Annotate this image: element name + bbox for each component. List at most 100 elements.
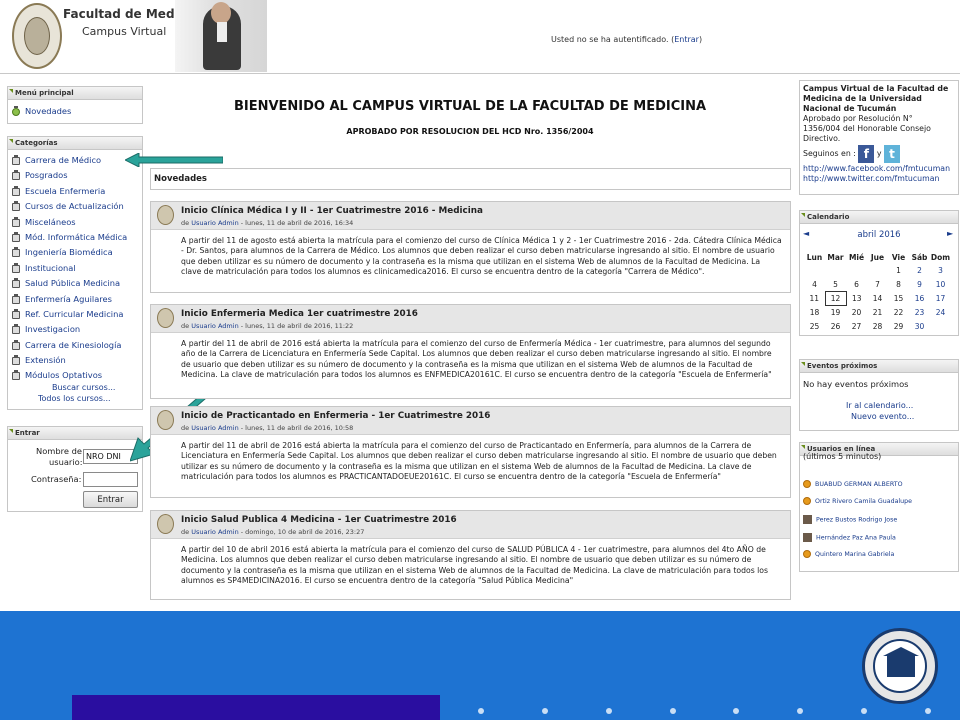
calendar-day[interactable]: 20 [846, 305, 867, 319]
category-icon [12, 278, 20, 289]
calendar-day[interactable]: 1 [888, 264, 909, 278]
main-menu-block: Menú principal Novedades [7, 86, 143, 124]
category-kinesiologia[interactable]: Carrera de Kinesiología [8, 338, 142, 353]
calendar-day[interactable]: 22 [888, 305, 909, 319]
nav-item-novedades[interactable]: Novedades [8, 104, 142, 119]
slide-dot [670, 708, 676, 714]
post-meta: de Usuario Admin - domingo, 10 de abril … [181, 528, 365, 536]
slide-dot [478, 708, 484, 714]
login-submit-button[interactable]: Entrar [83, 491, 138, 508]
events-header: Eventos próximos [800, 360, 958, 373]
password-input[interactable] [83, 472, 138, 487]
calendar-day[interactable]: 2 [909, 264, 930, 278]
calendar-day[interactable]: 15 [888, 292, 909, 306]
news-icon [12, 106, 20, 116]
twitter-link[interactable]: http://www.twitter.com/fmtucuman [803, 174, 958, 184]
calendar-day[interactable]: 3 [930, 264, 951, 278]
calendar-day [867, 264, 888, 278]
new-event-link[interactable]: Nuevo evento... [851, 412, 914, 421]
online-user[interactable]: Perez Bustos Rodrigo Jose [803, 515, 897, 527]
search-courses-link[interactable]: Buscar cursos... [52, 383, 115, 392]
calendar-day[interactable]: 5 [825, 278, 846, 292]
calendar-day[interactable]: 18 [804, 305, 825, 319]
header-photo [175, 0, 267, 72]
category-ingenieria-biomedica[interactable]: Ingeniería Biomédica [8, 245, 142, 260]
author-avatar[interactable] [157, 205, 174, 225]
calendar-month[interactable]: abril 2016 [800, 230, 958, 240]
calendar-weekday: Vie [891, 253, 906, 262]
university-seal-logo [862, 628, 938, 704]
category-modulos-optativos[interactable]: Módulos Optativos [8, 368, 142, 383]
post-author-link[interactable]: Usuario Admin [191, 219, 238, 227]
calendar-day[interactable]: 7 [867, 278, 888, 292]
calendar-header: Calendario [800, 211, 958, 224]
calendar-day[interactable]: 23 [909, 305, 930, 319]
annotation-arrow-icon [125, 153, 223, 167]
calendar-day [930, 319, 951, 333]
category-escuela-enfermeria[interactable]: Escuela Enfermeria [8, 184, 142, 199]
calendar-weekday: Sáb [911, 253, 928, 262]
faculty-logo[interactable] [12, 3, 62, 69]
category-informatica-medica[interactable]: Mód. Informática Médica [8, 230, 142, 245]
post-author-link[interactable]: Usuario Admin [191, 528, 238, 536]
calendar-day[interactable]: 19 [825, 305, 846, 319]
category-ref-curricular[interactable]: Ref. Curricular Medicina [8, 307, 142, 322]
calendar-day[interactable]: 13 [846, 292, 867, 306]
author-avatar[interactable] [157, 514, 174, 534]
calendar-day[interactable]: 12 [824, 291, 847, 306]
calendar-day[interactable]: 25 [804, 319, 825, 333]
categories-list: Carrera de Médico Posgrados Escuela Enfe… [8, 150, 142, 384]
login-link[interactable]: Entrar [674, 35, 699, 44]
user-default-icon [803, 480, 811, 488]
post-author-link[interactable]: Usuario Admin [191, 424, 238, 432]
category-enfermeria-aguilares[interactable]: Enfermería Aguilares [8, 292, 142, 307]
category-icon [12, 370, 20, 381]
calendar-day[interactable]: 14 [867, 292, 888, 306]
post-author-link[interactable]: Usuario Admin [191, 322, 238, 330]
author-avatar[interactable] [157, 308, 174, 328]
calendar-day[interactable]: 11 [804, 292, 825, 306]
category-miscelaneos[interactable]: Misceláneos [8, 215, 142, 230]
post-meta: de Usuario Admin - lunes, 11 de abril de… [181, 424, 354, 432]
calendar-day[interactable]: 10 [930, 278, 951, 292]
calendar-day[interactable]: 28 [867, 319, 888, 333]
calendar-day[interactable]: 27 [846, 319, 867, 333]
calendar-day[interactable]: 24 [930, 305, 951, 319]
twitter-icon[interactable]: t [883, 145, 900, 163]
news-post: Inicio Enfermeria Medica 1er cuatrimestr… [150, 304, 791, 399]
site-header: Facultad de Medicina UNT Campus Virtual … [0, 0, 960, 74]
go-calendar-link[interactable]: Ir al calendario... [846, 401, 913, 410]
calendar-day[interactable]: 17 [930, 292, 951, 306]
all-courses-link[interactable]: Todos los cursos... [38, 394, 111, 403]
author-avatar[interactable] [157, 410, 174, 430]
online-user[interactable]: BUABUD GERMAN ALBERTO [803, 480, 903, 492]
calendar-weekday: Lun [806, 253, 823, 262]
calendar-next-button[interactable]: ► [947, 229, 953, 238]
online-user[interactable]: Quintero Marina Gabriela [803, 550, 894, 562]
category-institucional[interactable]: Institucional [8, 261, 142, 276]
calendar-day[interactable]: 29 [888, 319, 909, 333]
post-meta: de Usuario Admin - lunes, 11 de abril de… [181, 322, 354, 330]
calendar-day[interactable]: 16 [909, 292, 930, 306]
category-icon [12, 355, 20, 366]
calendar-day[interactable]: 9 [909, 278, 930, 292]
category-salud-publica[interactable]: Salud Pública Medicina [8, 276, 142, 291]
calendar-day[interactable]: 4 [804, 278, 825, 292]
facebook-link[interactable]: http://www.facebook.com/fmtucuman [803, 164, 958, 174]
calendar-day[interactable]: 8 [888, 278, 909, 292]
calendar-weekday: Mar [827, 253, 844, 262]
category-extension[interactable]: Extensión [8, 353, 142, 368]
facebook-icon[interactable]: f [858, 145, 875, 163]
category-carrera-medico[interactable]: Carrera de Médico [8, 153, 142, 168]
category-investigacion[interactable]: Investigacion [8, 322, 142, 337]
calendar-day[interactable]: 6 [846, 278, 867, 292]
online-users-subtitle: (últimos 5 minutos) [803, 452, 882, 461]
online-user[interactable]: Hernández Paz Ana Paula [803, 533, 896, 545]
category-posgrados[interactable]: Posgrados [8, 168, 142, 183]
online-user[interactable]: Ortiz Rivero Camila Guadalupe [803, 497, 912, 509]
calendar-day[interactable]: 30 [909, 319, 930, 333]
category-cursos-actualizacion[interactable]: Cursos de Actualización [8, 199, 142, 214]
category-icon [12, 262, 20, 273]
calendar-day[interactable]: 21 [867, 305, 888, 319]
calendar-day[interactable]: 26 [825, 319, 846, 333]
